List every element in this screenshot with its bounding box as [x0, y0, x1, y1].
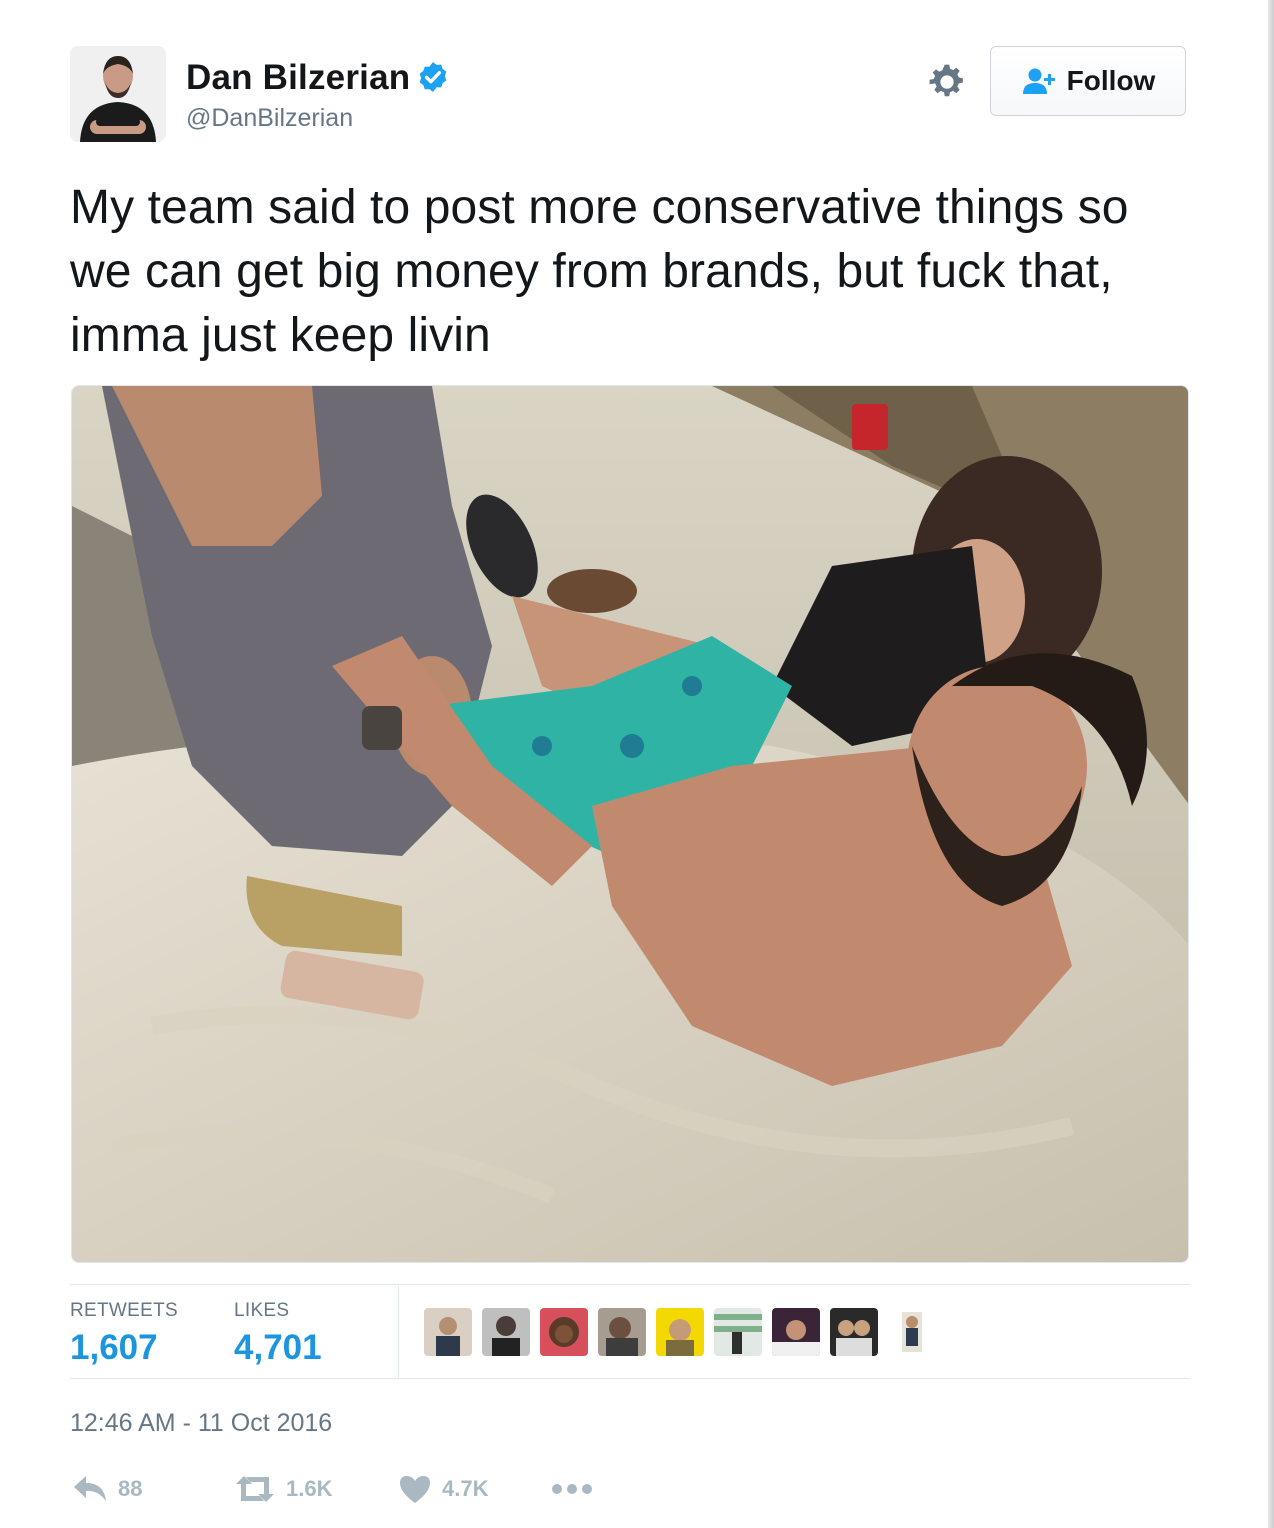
retweet-icon [236, 1476, 274, 1502]
like-count: 4.7K [442, 1476, 489, 1501]
liker-avatar[interactable] [424, 1308, 472, 1356]
gear-icon[interactable] [928, 63, 966, 101]
retweet-button[interactable]: 1.6K [234, 1470, 332, 1508]
reply-button[interactable]: 88 [72, 1470, 142, 1508]
tweet-card: Dan Bilzerian @DanBilzerian Follow My te… [0, 0, 1274, 1528]
reply-icon [74, 1476, 106, 1501]
more-icon [552, 1484, 592, 1494]
liker-avatar[interactable] [482, 1308, 530, 1356]
verified-badge-icon [419, 62, 447, 92]
liker-avatar[interactable] [830, 1308, 878, 1356]
author-username[interactable]: @DanBilzerian [186, 104, 353, 133]
liker-avatars [424, 1308, 936, 1356]
liker-avatar[interactable] [772, 1308, 820, 1356]
likes-label: LIKES [234, 1300, 290, 1321]
like-button[interactable]: 4.7K [398, 1470, 488, 1508]
liker-avatar[interactable] [714, 1308, 762, 1356]
follow-label: Follow [1066, 65, 1156, 96]
more-button[interactable] [552, 1470, 592, 1508]
retweets-label: RETWEETS [70, 1300, 178, 1321]
heart-icon [400, 1476, 430, 1503]
liker-avatar[interactable] [540, 1308, 588, 1356]
author-avatar[interactable] [70, 46, 166, 142]
liker-avatar[interactable] [888, 1308, 936, 1356]
follow-button[interactable]: Follow [990, 46, 1186, 116]
retweets-count[interactable]: 1,607 [70, 1328, 158, 1368]
likes-count[interactable]: 4,701 [234, 1328, 322, 1368]
liker-avatar[interactable] [598, 1308, 646, 1356]
liker-avatar[interactable] [656, 1308, 704, 1356]
stats-divider [398, 1286, 399, 1378]
reply-count: 88 [118, 1476, 143, 1501]
divider [70, 1284, 1190, 1285]
retweet-count: 1.6K [286, 1476, 333, 1501]
tweet-timestamp[interactable]: 12:46 AM - 11 Oct 2016 [70, 1409, 332, 1438]
tweet-text: My team said to post more conservative t… [70, 181, 1129, 362]
author-display-name[interactable]: Dan Bilzerian [186, 58, 410, 98]
tweet-photo[interactable] [71, 385, 1189, 1263]
user-add-icon [1022, 68, 1055, 94]
divider [70, 1378, 1190, 1379]
window-edge [1268, 0, 1274, 1528]
